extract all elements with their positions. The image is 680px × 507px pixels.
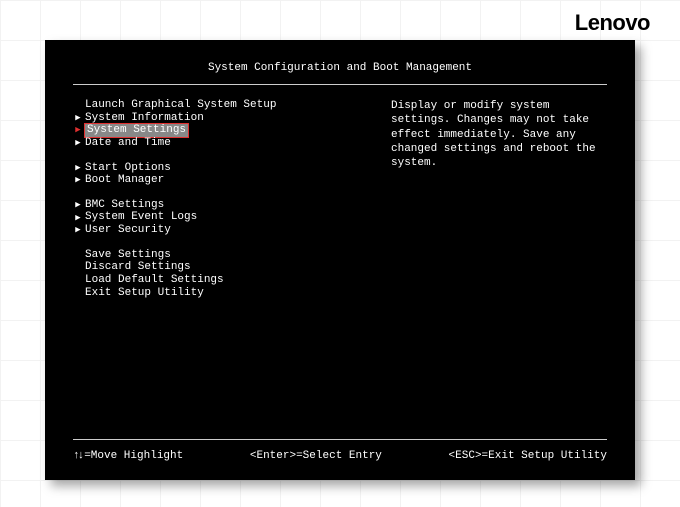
triangle-icon: ▶: [73, 125, 83, 135]
menu-discard-settings[interactable]: ▶ Discard Settings: [73, 261, 371, 274]
menu-boot-manager[interactable]: ▶ Boot Manager: [73, 174, 371, 187]
triangle-icon: ▶: [73, 213, 83, 223]
triangle-icon: ▶: [73, 138, 83, 148]
hint-move-label: =Move Highlight: [84, 450, 183, 462]
triangle-icon: ▶: [73, 175, 83, 185]
menu-item-label: Start Options: [85, 162, 171, 175]
menu-group-1: ▶ Launch Graphical System Setup ▶ System…: [73, 99, 371, 150]
menu-user-security[interactable]: ▶ User Security: [73, 224, 371, 237]
menu-system-event-logs[interactable]: ▶ System Event Logs: [73, 211, 371, 224]
menu-item-label: Load Default Settings: [85, 274, 224, 287]
hint-select-entry: <Enter>=Select Entry: [250, 450, 382, 462]
menu-start-options[interactable]: ▶ Start Options: [73, 162, 371, 175]
menu-group-4: ▶ Save Settings ▶ Discard Settings ▶ Loa…: [73, 249, 371, 300]
menu-bmc-settings[interactable]: ▶ BMC Settings: [73, 199, 371, 212]
footer-hints: ↑↓=Move Highlight <Enter>=Select Entry <…: [73, 440, 607, 462]
menu-item-label: BMC Settings: [85, 199, 164, 212]
bios-window: System Configuration and Boot Management…: [45, 40, 635, 480]
lenovo-logo: Lenovo: [575, 10, 650, 36]
menu-panel: ▶ Launch Graphical System Setup ▶ System…: [73, 99, 371, 439]
menu-item-label: System Event Logs: [85, 211, 197, 224]
triangle-icon: ▶: [73, 163, 83, 173]
hint-move-highlight: ↑↓=Move Highlight: [73, 450, 183, 462]
hint-exit-setup: <ESC>=Exit Setup Utility: [449, 450, 607, 462]
menu-item-label: Exit Setup Utility: [85, 287, 204, 300]
menu-item-label: Date and Time: [85, 137, 171, 150]
page-title: System Configuration and Boot Management: [73, 62, 607, 84]
menu-load-default-settings[interactable]: ▶ Load Default Settings: [73, 274, 371, 287]
menu-save-settings[interactable]: ▶ Save Settings: [73, 249, 371, 262]
menu-system-settings[interactable]: ▶ System Settings: [73, 124, 371, 137]
triangle-icon: ▶: [73, 225, 83, 235]
triangle-icon: ▶: [73, 200, 83, 210]
menu-system-information[interactable]: ▶ System Information: [73, 112, 371, 125]
menu-item-label: User Security: [85, 224, 171, 237]
menu-item-label: System Settings: [85, 124, 188, 137]
menu-launch-graphical-setup[interactable]: ▶ Launch Graphical System Setup: [73, 99, 371, 112]
menu-group-2: ▶ Start Options ▶ Boot Manager: [73, 162, 371, 187]
menu-group-3: ▶ BMC Settings ▶ System Event Logs ▶ Use…: [73, 199, 371, 237]
menu-item-label: System Information: [85, 112, 204, 125]
help-panel: Display or modify system settings. Chang…: [391, 99, 607, 439]
body: ▶ Launch Graphical System Setup ▶ System…: [73, 85, 607, 439]
updown-arrows-icon: ↑↓: [73, 450, 82, 462]
menu-item-label: Launch Graphical System Setup: [85, 99, 276, 112]
menu-item-label: Discard Settings: [85, 261, 191, 274]
menu-exit-setup-utility[interactable]: ▶ Exit Setup Utility: [73, 287, 371, 300]
triangle-icon: ▶: [73, 113, 83, 123]
menu-item-label: Save Settings: [85, 249, 171, 262]
menu-date-and-time[interactable]: ▶ Date and Time: [73, 137, 371, 150]
help-text: Display or modify system settings. Chang…: [391, 99, 601, 170]
menu-item-label: Boot Manager: [85, 174, 164, 187]
